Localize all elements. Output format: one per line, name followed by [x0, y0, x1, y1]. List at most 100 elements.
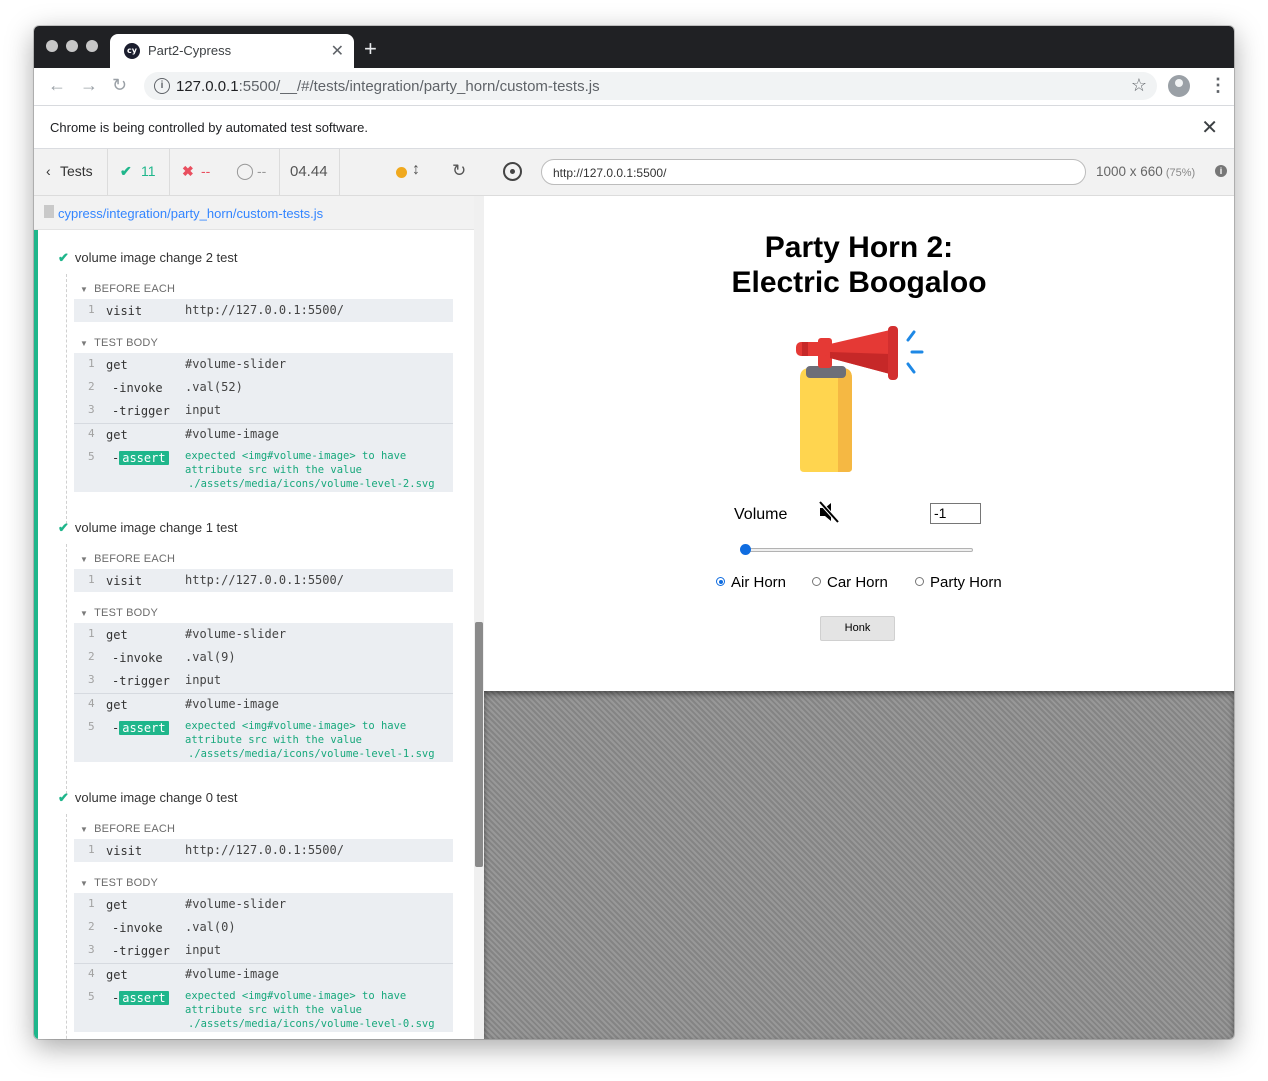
volume-slider[interactable]	[746, 548, 973, 552]
reporter-scrollbar[interactable]	[474, 196, 484, 1039]
new-tab-icon[interactable]: +	[364, 38, 377, 60]
address-url[interactable]: 127.0.0.1:5500/__/#/tests/integration/pa…	[176, 78, 600, 95]
cypress-reporter: ‹ Tests ✔ 11 ✖ -- ◯ -- 04.44 ↕ ↻ cypress…	[34, 149, 484, 1039]
reload-tests-icon[interactable]: ↻	[452, 161, 466, 181]
scroll-toggle-icon[interactable]: ↕	[412, 161, 420, 179]
aut-background	[484, 691, 1234, 1039]
command-message: http://127.0.0.1:5500/	[185, 303, 344, 317]
command-number: 1	[88, 357, 95, 370]
command-list: 1 get #volume-slider 2 -invoke .val(9) 3 -tri…	[74, 623, 453, 762]
close-window-dot[interactable]	[46, 40, 58, 52]
command-row[interactable]: 2 -invoke .val(52)	[74, 376, 453, 399]
test-indent-line	[66, 544, 67, 794]
info-icon[interactable]: i	[154, 78, 170, 94]
back-chevron-icon: ‹	[46, 163, 51, 179]
radio-party-horn[interactable]: Party Horn	[915, 574, 1002, 594]
star-icon[interactable]: ☆	[1131, 75, 1147, 96]
assert-message: attribute src with the value	[185, 464, 363, 476]
command-number: 1	[88, 303, 95, 316]
assert-row[interactable]: 5 - assert expected <img#volume-image> to…	[74, 986, 453, 1032]
spec-path-link[interactable]: cypress/integration/party_horn/custom-te…	[58, 206, 323, 221]
minimize-window-dot[interactable]	[66, 40, 78, 52]
check-icon: ✔	[58, 790, 69, 805]
command-row[interactable]: 2 -invoke .val(9)	[74, 646, 453, 669]
test-title[interactable]: ✔ volume image change 1 test	[58, 520, 238, 536]
radio-selected-icon	[716, 577, 725, 586]
close-icon[interactable]: ✕	[1201, 115, 1218, 140]
radio-car-horn[interactable]: Car Horn	[812, 574, 888, 594]
radio-empty-icon	[915, 577, 924, 586]
hook-before-each[interactable]: ▼ BEFORE EACH	[80, 283, 175, 295]
collapse-triangle-icon: ▼	[80, 339, 89, 348]
test-title[interactable]: ✔ volume image change 0 test	[58, 790, 238, 806]
command-row[interactable]: 3 -trigger input	[74, 399, 453, 422]
command-list: 1 visit http://127.0.0.1:5500/	[74, 569, 453, 592]
hook-test-body[interactable]: ▼ TEST BODY	[80, 877, 158, 889]
command-row[interactable]: 1 get #volume-slider	[74, 893, 453, 916]
assert-row[interactable]: 5 - assert expected <img#volume-image> to…	[74, 446, 453, 492]
command-name: -trigger	[112, 674, 170, 688]
command-list: 1 get #volume-slider 2 -invoke .val(0) 3 -tri…	[74, 893, 453, 1032]
command-row[interactable]: 1 get #volume-slider	[74, 353, 453, 376]
check-icon: ✔	[120, 163, 132, 179]
pending-stat: ◯ --	[228, 149, 280, 195]
scrollbar-thumb[interactable]	[475, 622, 483, 867]
command-list: 1 visit http://127.0.0.1:5500/	[74, 299, 453, 322]
air-horn-image	[796, 326, 924, 472]
command-number: 5	[88, 720, 95, 733]
aut-url: http://127.0.0.1:5500/	[553, 166, 667, 180]
hook-test-body[interactable]: ▼ TEST BODY	[80, 607, 158, 619]
command-row[interactable]: 4 get #volume-image	[74, 963, 453, 986]
command-message: .val(9)	[185, 650, 236, 664]
test-title[interactable]: ✔ volume image change 2 test	[58, 250, 238, 266]
command-number: 2	[88, 380, 95, 393]
spec-file-bar: cypress/integration/party_horn/custom-te…	[34, 196, 474, 230]
command-message: input	[185, 673, 222, 687]
assert-message: ./assets/media/icons/volume-level-2.svg	[188, 478, 435, 490]
reload-icon[interactable]: ↻	[112, 75, 127, 96]
command-row[interactable]: 1 get #volume-slider	[74, 623, 453, 646]
volume-number-input[interactable]: -1	[930, 503, 981, 524]
page-title-line1: Party Horn 2:	[764, 231, 954, 264]
command-row[interactable]: 4 get #volume-image	[74, 423, 453, 446]
hook-test-body[interactable]: ▼ TEST BODY	[80, 337, 158, 349]
menu-icon[interactable]: ⋮	[1209, 75, 1227, 96]
viewport-scale: (75%)	[1165, 167, 1196, 179]
tests-back-button[interactable]: ‹ Tests	[34, 149, 108, 195]
assert-row[interactable]: 5 - assert expected <img#volume-image> to…	[74, 716, 453, 762]
viewport-info-icon[interactable]: i	[1215, 165, 1227, 177]
command-name: visit	[106, 304, 143, 318]
failed-stat: ✖ --	[170, 149, 228, 195]
assert-message: expected <img#volume-image> to have	[185, 450, 407, 462]
address-bar[interactable]: i 127.0.0.1:5500/__/#/tests/integration/…	[144, 72, 1157, 100]
assert-message: ./assets/media/icons/volume-level-0.svg	[188, 1018, 435, 1030]
profile-icon[interactable]	[1168, 75, 1190, 97]
zoom-window-dot[interactable]	[86, 40, 98, 52]
radio-empty-icon	[812, 577, 821, 586]
command-row[interactable]: 1 visit http://127.0.0.1:5500/	[74, 839, 453, 862]
browser-tab[interactable]: cy Part2-Cypress ✕	[110, 34, 354, 68]
hook-before-each[interactable]: ▼ BEFORE EACH	[80, 823, 175, 835]
volume-slider-thumb[interactable]	[740, 544, 751, 555]
selector-icon[interactable]	[503, 162, 522, 181]
radio-air-horn[interactable]: Air Horn	[716, 574, 786, 594]
forward-icon[interactable]: →	[80, 75, 98, 96]
command-number: 3	[88, 403, 95, 416]
command-row[interactable]: 1 visit http://127.0.0.1:5500/	[74, 299, 453, 322]
command-number: 3	[88, 673, 95, 686]
command-row[interactable]: 3 -trigger input	[74, 939, 453, 962]
check-icon: ✔	[58, 520, 69, 535]
tab-close-icon[interactable]: ✕	[331, 41, 344, 61]
aut-url-bar[interactable]: http://127.0.0.1:5500/	[541, 159, 1086, 185]
hook-before-each[interactable]: ▼ BEFORE EACH	[80, 553, 175, 565]
back-icon[interactable]: ←	[48, 75, 66, 96]
honk-button[interactable]: Honk	[820, 616, 895, 641]
command-row[interactable]: 1 visit http://127.0.0.1:5500/	[74, 569, 453, 592]
x-icon: ✖	[182, 163, 194, 179]
command-row[interactable]: 3 -trigger input	[74, 669, 453, 692]
runnables-list: ✔ volume image change 2 test ▼ BEFORE EACH…	[34, 230, 474, 1039]
automation-infobar: Chrome is being controlled by automated …	[34, 106, 1234, 149]
command-row[interactable]: 4 get #volume-image	[74, 693, 453, 716]
command-list: 1 get #volume-slider 2 -invoke .val(52) 3 -tr…	[74, 353, 453, 492]
command-row[interactable]: 2 -invoke .val(0)	[74, 916, 453, 939]
